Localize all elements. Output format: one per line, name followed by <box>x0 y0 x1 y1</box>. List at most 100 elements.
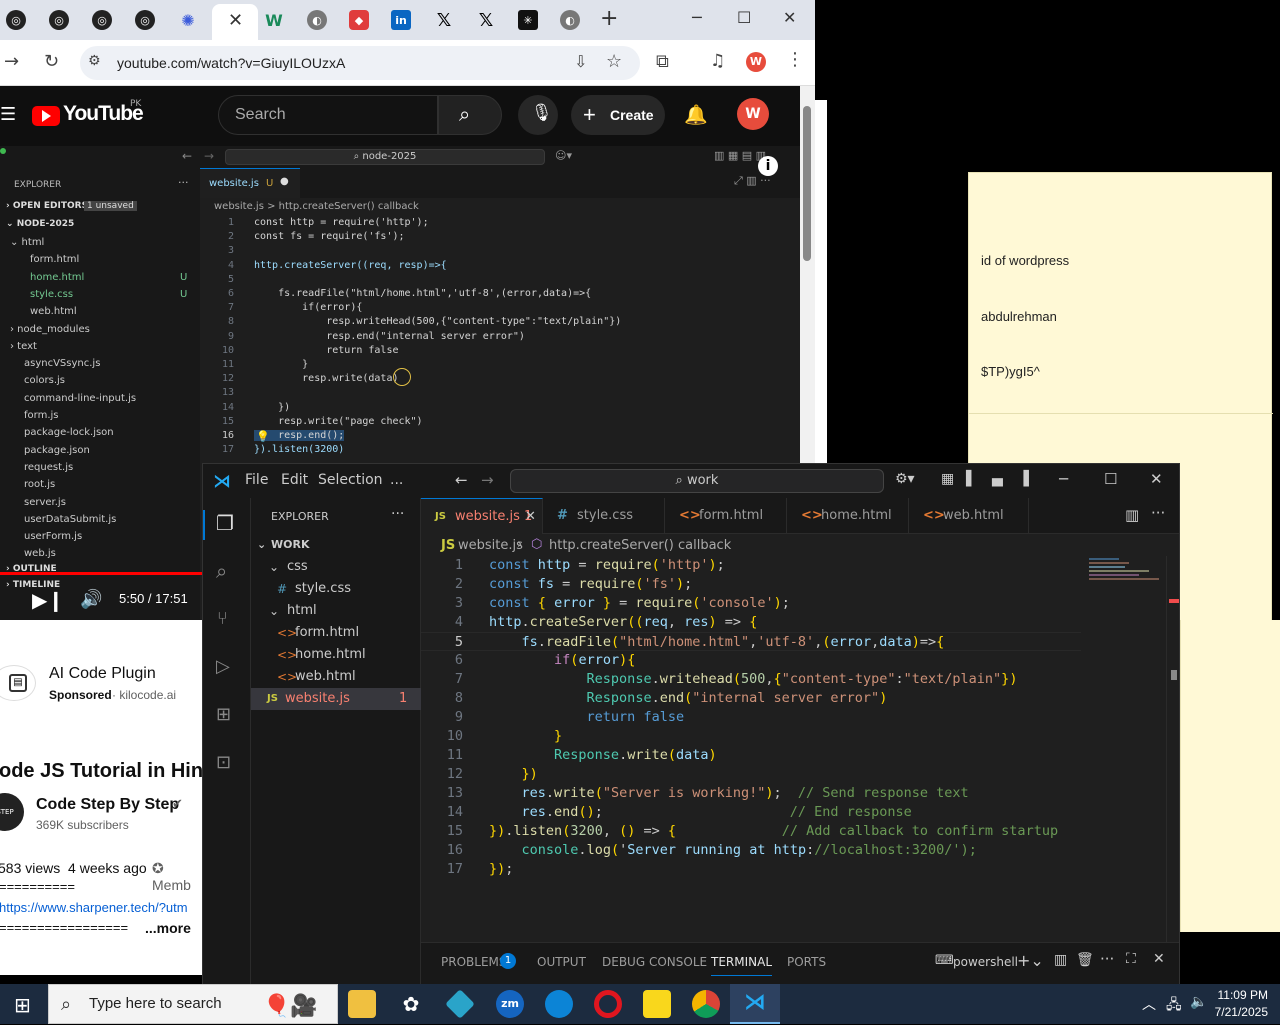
url-bar[interactable]: ⚙ youtube.com/watch?v=GiuyILOUzxA <box>80 46 640 80</box>
youtube-search-button[interactable]: ⌕ <box>438 95 502 135</box>
trash-icon[interactable]: 🗑 <box>1076 952 1094 968</box>
code-line[interactable]: 15}).listen(3200, () => { // Add callbac… <box>421 822 1121 841</box>
sticky-note-2[interactable] <box>1180 620 1280 932</box>
x-icon[interactable]: 𝕏 <box>476 10 496 31</box>
code-line[interactable]: 11 Response.write(data) <box>421 746 1121 765</box>
copilot-icon[interactable]: ⚙▾ <box>895 471 915 487</box>
tab-problems[interactable]: PROBLEMS <box>441 955 507 969</box>
opera-icon[interactable] <box>594 990 622 1018</box>
user-avatar[interactable]: W <box>737 98 769 130</box>
taskbar-search[interactable]: ⌕ Type here to search 🎈🎥 <box>48 984 338 1024</box>
split-editor-icon[interactable]: ▥ <box>1125 506 1139 524</box>
menu-more[interactable]: ... <box>390 472 403 488</box>
run-debug-icon[interactable]: ▷ <box>216 656 230 677</box>
more-actions-icon[interactable]: ··· <box>1100 950 1114 968</box>
app-icon[interactable] <box>445 989 475 1019</box>
new-terminal-icon[interactable]: +⌄ <box>1017 951 1044 970</box>
install-icon[interactable]: ⇩ <box>574 52 587 71</box>
close-icon[interactable]: ✕ <box>228 10 243 31</box>
menu-selection[interactable]: Selection <box>318 472 383 488</box>
explorer-icon[interactable]: ❐ <box>216 511 234 535</box>
breadcrumb-file[interactable]: website.js <box>458 538 523 553</box>
active-tab[interactable]: ✕ <box>212 4 258 40</box>
network-icon[interactable]: 🖧 <box>1166 994 1182 1018</box>
ad-title[interactable]: AI Code Plugin <box>49 665 156 683</box>
site-info-icon[interactable]: ⚙ <box>88 53 101 69</box>
code-line[interactable]: 8 Response.end("internal server error") <box>421 689 1121 708</box>
tab-debug-console[interactable]: DEBUG CONSOLE <box>602 955 707 969</box>
url-text[interactable]: youtube.com/watch?v=GiuyILOUzxA <box>117 55 345 71</box>
volume-icon[interactable]: 🔈 <box>1190 994 1207 1010</box>
profile-avatar[interactable]: W <box>746 52 766 72</box>
tab-output[interactable]: OUTPUT <box>537 955 586 969</box>
zoom-icon[interactable]: zm <box>496 990 524 1018</box>
youtube-search-input[interactable]: Search <box>218 95 438 135</box>
volume-icon[interactable]: 🔊 <box>80 589 102 610</box>
edge-icon[interactable] <box>545 990 573 1018</box>
more-actions-icon[interactable]: ··· <box>1151 504 1165 522</box>
tab-web-html[interactable]: <> web.html <box>909 498 1029 534</box>
info-icon[interactable]: i <box>758 156 778 176</box>
tree-item-website-js[interactable]: JS website.js 1 <box>251 688 421 710</box>
breadcrumb-symbol[interactable]: http.createServer() callback <box>549 538 731 553</box>
toggle-panel-icon[interactable]: ▄ <box>992 471 1003 487</box>
forward-icon[interactable]: → <box>4 51 19 72</box>
desc-link[interactable]: https://www.sharpener.tech/?utm <box>0 900 188 915</box>
tab-form-html[interactable]: <> form.html <box>665 498 787 534</box>
tab-website-js[interactable]: JS website.js 1 ✕ <box>421 498 543 534</box>
tree-item-home-html[interactable]: <> home.html <box>251 644 421 666</box>
layout-customize-icon[interactable]: ▦ <box>941 471 954 487</box>
menu-file[interactable]: File <box>245 472 268 488</box>
tree-item-web-html[interactable]: <> web.html <box>251 666 421 688</box>
close-window-icon[interactable]: ✕ <box>783 8 796 27</box>
minimap[interactable] <box>1089 556 1163 592</box>
claude-icon[interactable]: ✺ <box>178 10 198 30</box>
tray-chevron-icon[interactable]: ︿ <box>1142 994 1156 1014</box>
close-icon[interactable]: ✕ <box>1150 470 1163 488</box>
chrome-icon[interactable] <box>692 990 720 1018</box>
maximize-icon[interactable]: ☐ <box>737 8 751 27</box>
code-line[interactable]: 6 if(error){ <box>421 651 1121 670</box>
split-terminal-icon[interactable]: ▥ <box>1054 952 1067 968</box>
sticky-note-text[interactable]: id of wordpress abdulrehman $TP)ygI5^ <box>981 215 1069 419</box>
menu-icon[interactable]: ⋮ <box>786 49 804 70</box>
back-icon[interactable]: ← <box>455 471 468 489</box>
tree-item-style-css[interactable]: # style.css <box>251 578 421 600</box>
toggle-sidebar-icon[interactable]: ▌ <box>966 471 977 487</box>
command-center[interactable]: ⌕ work <box>510 469 884 493</box>
search-icon[interactable]: ⌕ <box>216 559 227 583</box>
perplexity-icon[interactable]: ✳ <box>518 10 538 30</box>
code-line[interactable]: 5 fs.readFile("html/home.html",'utf-8',(… <box>421 632 1081 651</box>
more-actions-icon[interactable]: ··· <box>391 506 404 522</box>
extensions-icon[interactable]: ⊞ <box>216 704 231 725</box>
forward-icon[interactable]: → <box>481 471 494 489</box>
channel-name[interactable]: Code Step By Step <box>36 796 179 814</box>
globe-icon[interactable]: ◐ <box>307 10 327 30</box>
more-button[interactable]: ...more <box>145 920 191 936</box>
workspace-root[interactable]: ⌄ WORK <box>251 534 421 556</box>
close-tab-icon[interactable]: ✕ <box>525 499 536 535</box>
ad-logo[interactable]: ▤ <box>0 665 36 701</box>
extensions-icon[interactable]: ⧉ <box>656 51 669 72</box>
globe-icon[interactable]: ◐ <box>560 10 580 30</box>
terminal-shell[interactable]: powershell <box>953 955 1018 969</box>
notifications-icon[interactable]: 🔔 <box>684 103 708 126</box>
tree-item-form-html[interactable]: <> form.html <box>251 622 421 644</box>
hamburger-icon[interactable]: ☰ <box>0 104 16 125</box>
file-explorer-icon[interactable] <box>348 990 376 1018</box>
youtube-logo-icon[interactable] <box>32 106 60 126</box>
tab-ports[interactable]: PORTS <box>787 955 826 969</box>
x-icon[interactable]: 𝕏 <box>434 10 454 31</box>
code-line[interactable]: 9 return false <box>421 708 1121 727</box>
app-icon[interactable]: ✿ <box>397 990 425 1018</box>
minimize-icon[interactable]: ─ <box>1059 470 1068 488</box>
new-tab-button[interactable]: + <box>600 6 618 31</box>
channel-avatar[interactable]: STEP <box>0 793 24 831</box>
openai-icon[interactable]: ◎ <box>6 10 26 30</box>
tree-item-css[interactable]: ⌄ css <box>251 556 421 578</box>
taskbar-clock[interactable]: 11:09 PM 7/21/2025 <box>1215 987 1268 1021</box>
code-line[interactable]: 12 }) <box>421 765 1121 784</box>
code-line[interactable]: 16 console.log('Server running at http:/… <box>421 841 1121 860</box>
vscode-taskbar-button[interactable]: ⋊ <box>730 984 780 1024</box>
voice-search-button[interactable]: 🎙 <box>518 95 558 135</box>
